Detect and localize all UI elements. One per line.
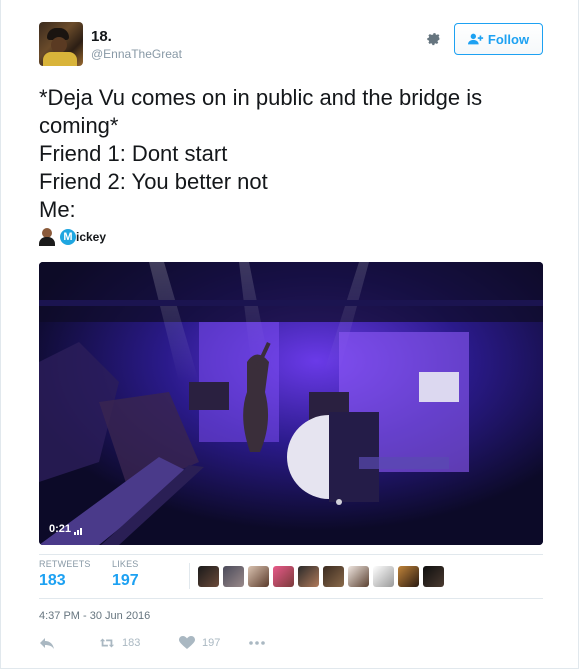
liker-avatar[interactable] (373, 566, 394, 587)
user-display-name[interactable]: 18. (91, 28, 112, 45)
tweet-card: 18. @EnnaTheGreat Follow *Deja Vu comes … (0, 0, 579, 669)
likes-stat[interactable]: LIKES 197 (112, 559, 139, 590)
gear-icon[interactable] (425, 30, 443, 48)
liker-avatar[interactable] (273, 566, 294, 587)
reply-icon (40, 638, 54, 649)
stats-divider-top (39, 554, 543, 555)
heart-icon (179, 636, 195, 649)
video-player[interactable]: 0:21 (39, 262, 543, 545)
tweet-actions: 183 197 (39, 636, 265, 650)
more-button[interactable] (249, 641, 265, 645)
liker-avatar[interactable] (223, 566, 244, 587)
liker-avatar[interactable] (398, 566, 419, 587)
like-button[interactable]: 197 (179, 636, 249, 650)
video-timecode: 0:21 (49, 523, 83, 535)
tweet-text: *Deja Vu comes on in public and the brid… (39, 84, 539, 224)
retweets-stat[interactable]: RETWEETS 183 (39, 559, 91, 590)
liker-avatar[interactable] (423, 566, 444, 587)
timecode-text: 0:21 (49, 523, 72, 535)
stats-divider-bottom (39, 598, 543, 599)
liker-avatar[interactable] (198, 566, 219, 587)
likes-label: LIKES (112, 559, 139, 569)
mickey-mention: M ickey (39, 228, 106, 246)
add-user-icon (467, 33, 484, 45)
video-frame (39, 262, 543, 545)
retweets-count[interactable]: 183 (39, 572, 91, 590)
retweet-icon (99, 638, 115, 648)
tweet-line: Me: (39, 197, 76, 222)
retweet-count: 183 (122, 637, 141, 649)
follow-label: Follow (487, 31, 530, 47)
tweet-line: Friend 2: You better not (39, 169, 268, 194)
stats-separator (189, 563, 190, 589)
liker-avatar[interactable] (298, 566, 319, 587)
signal-icon (74, 527, 83, 535)
liker-avatars (198, 566, 444, 587)
m-circle-icon: M (60, 229, 76, 245)
liker-avatar[interactable] (348, 566, 369, 587)
mention-text: ickey (76, 230, 107, 244)
user-handle[interactable]: @EnnaTheGreat (91, 47, 182, 61)
tweet-line: Friend 1: Dont start (39, 141, 228, 166)
retweets-label: RETWEETS (39, 559, 91, 569)
tweet-timestamp[interactable]: 4:37 PM - 30 Jun 2016 (39, 610, 150, 622)
more-icon (249, 641, 265, 645)
liker-avatar[interactable] (323, 566, 344, 587)
likes-count[interactable]: 197 (112, 572, 139, 590)
like-count: 197 (202, 637, 221, 649)
tweet-line: *Deja Vu comes on in public and the brid… (39, 85, 489, 138)
man-emoji-icon (39, 228, 55, 246)
user-avatar[interactable] (39, 22, 83, 66)
liker-avatar[interactable] (248, 566, 269, 587)
retweet-button[interactable]: 183 (99, 636, 179, 650)
reply-button[interactable] (39, 636, 99, 650)
follow-button[interactable]: Follow (454, 23, 543, 55)
